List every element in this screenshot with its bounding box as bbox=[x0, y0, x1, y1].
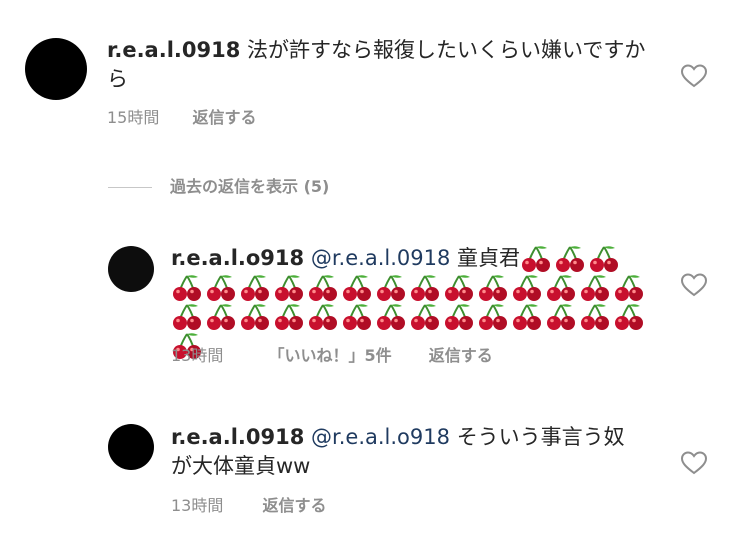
cherry-emoji bbox=[520, 244, 554, 273]
cherry-emoji bbox=[239, 302, 273, 331]
likes-count-link[interactable]: 「いいね！」5件 bbox=[268, 346, 391, 365]
cherry-emoji bbox=[443, 302, 477, 331]
comment-timestamp: 13時間 bbox=[171, 346, 224, 365]
reply-button[interactable]: 返信する bbox=[192, 108, 256, 127]
cherry-emoji bbox=[477, 273, 511, 302]
cherry-emoji bbox=[409, 302, 443, 331]
cherry-emoji bbox=[443, 273, 477, 302]
cherry-emoji bbox=[613, 302, 647, 331]
cherry-emoji bbox=[613, 273, 647, 302]
comment-body: r.e.a.l.o918 @r.e.a.l.0918 童貞君 bbox=[171, 244, 651, 360]
cherry-emoji bbox=[545, 273, 579, 302]
view-replies-button[interactable]: 過去の返信を表示 (5) bbox=[170, 177, 329, 197]
reply-button[interactable]: 返信する bbox=[429, 346, 493, 365]
replies-divider bbox=[108, 187, 152, 188]
comment-meta: 13時間 返信する bbox=[171, 496, 326, 516]
comment-meta: 13時間 「いいね！」5件 返信する bbox=[171, 346, 493, 366]
cherry-emoji bbox=[307, 302, 341, 331]
heart-outline-icon[interactable] bbox=[681, 64, 707, 88]
heart-outline-icon[interactable] bbox=[681, 451, 707, 475]
cherry-emoji bbox=[375, 273, 409, 302]
cherry-emoji bbox=[205, 273, 239, 302]
reply-button[interactable]: 返信する bbox=[262, 496, 326, 515]
comment-meta: 15時間 返信する bbox=[107, 108, 256, 128]
cherry-emoji bbox=[579, 302, 613, 331]
cherry-emoji bbox=[477, 302, 511, 331]
mention-link[interactable]: @r.e.a.l.o918 bbox=[311, 425, 450, 449]
cherry-emoji bbox=[171, 302, 205, 331]
cherry-emoji bbox=[579, 273, 613, 302]
comment-username[interactable]: r.e.a.l.0918 bbox=[171, 425, 304, 449]
cherry-emoji bbox=[307, 273, 341, 302]
cherry-emoji bbox=[273, 302, 307, 331]
comment-text: 童貞君 bbox=[457, 246, 521, 270]
comment-username[interactable]: r.e.a.l.o918 bbox=[171, 246, 304, 270]
cherry-emoji bbox=[239, 273, 273, 302]
cherry-emoji bbox=[171, 273, 205, 302]
cherry-emoji bbox=[588, 244, 622, 273]
avatar[interactable] bbox=[108, 424, 154, 470]
view-replies-label: 過去の返信を表示 bbox=[170, 177, 299, 196]
avatar[interactable] bbox=[108, 246, 154, 292]
cherry-emoji bbox=[205, 302, 239, 331]
comment-timestamp: 15時間 bbox=[107, 108, 160, 127]
comment-body: r.e.a.l.0918 @r.e.a.l.o918 そういう事言う奴が大体童貞… bbox=[171, 423, 631, 481]
cherry-emoji bbox=[554, 244, 588, 273]
cherry-emoji bbox=[273, 273, 307, 302]
cherry-emoji bbox=[511, 273, 545, 302]
comment-body: r.e.a.l.0918 法が許すなら報復したいくらい嫌いですから bbox=[107, 36, 647, 94]
heart-outline-icon[interactable] bbox=[681, 273, 707, 297]
view-replies-count: (5) bbox=[303, 177, 330, 196]
cherry-emoji bbox=[341, 302, 375, 331]
cherry-emoji bbox=[375, 302, 409, 331]
cherry-emoji bbox=[545, 302, 579, 331]
mention-link[interactable]: @r.e.a.l.0918 bbox=[311, 246, 450, 270]
avatar[interactable] bbox=[25, 38, 87, 100]
cherry-emoji bbox=[511, 302, 545, 331]
cherry-emoji bbox=[409, 273, 443, 302]
comment-timestamp: 13時間 bbox=[171, 496, 224, 515]
cherry-emoji bbox=[341, 273, 375, 302]
comment-username[interactable]: r.e.a.l.0918 bbox=[107, 38, 240, 62]
